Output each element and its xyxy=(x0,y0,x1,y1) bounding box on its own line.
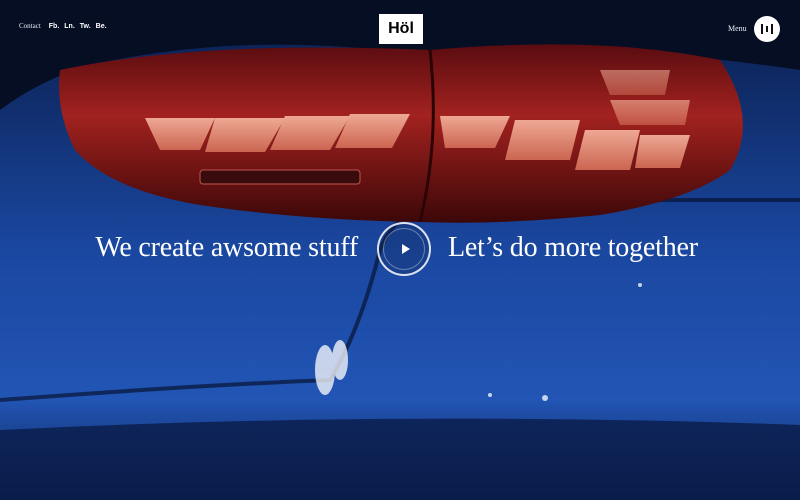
social-links: Fb. Ln. Tw. Be. xyxy=(49,23,107,30)
behance-link[interactable]: Be. xyxy=(96,23,107,30)
contact-link[interactable]: Contact xyxy=(19,22,41,30)
top-left-nav: Contact Fb. Ln. Tw. Be. xyxy=(19,22,107,30)
play-icon xyxy=(401,244,410,254)
headline-right: Let’s do more together xyxy=(448,232,698,263)
facebook-link[interactable]: Fb. xyxy=(49,23,60,30)
menu-link[interactable]: Menu xyxy=(728,24,747,33)
play-video-button[interactable] xyxy=(377,222,431,276)
twitter-link[interactable]: Tw. xyxy=(80,23,91,30)
linkedin-link[interactable]: Ln. xyxy=(64,23,75,30)
site-logo[interactable]: Höl xyxy=(379,14,423,44)
headline-left: We create awsome stuff xyxy=(95,232,358,263)
menu-bars-icon xyxy=(761,24,773,34)
menu-button[interactable] xyxy=(754,16,780,42)
